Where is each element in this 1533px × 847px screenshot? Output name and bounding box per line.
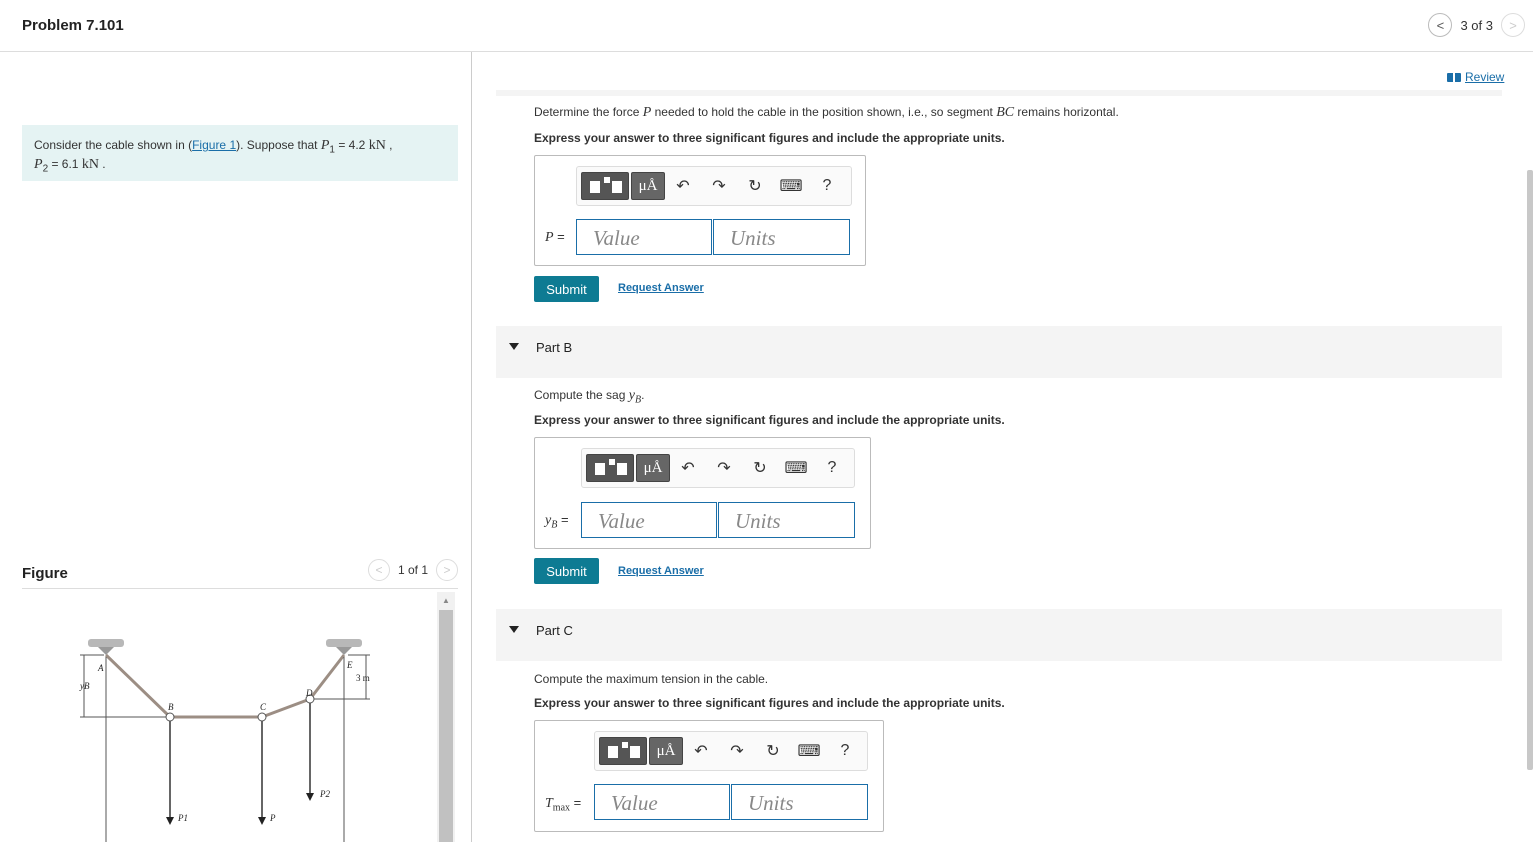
figure-pager-text: 1 of 1 [397,563,428,577]
label-P: P [269,813,276,823]
figure-header: Figure < 1 of 1 > [22,557,458,589]
cable-diagram: A B C D E yB P1 P P2 4 m 6 m 3 m 2 m 3 m [79,639,370,847]
reset-icon[interactable]: ↻ [737,172,773,200]
part-c-value-input[interactable]: Value [594,784,730,820]
part-b-value-input[interactable]: Value [581,502,717,538]
undo-icon[interactable]: ↶ [683,737,719,765]
label-B: B [168,702,174,712]
units-button[interactable]: μÅ [649,737,683,765]
part-a-answer-box: μÅ ↶ ↷ ↻ ⌨ ? P = Value Units [534,155,866,266]
part-a-label: P = [545,229,565,245]
pager-text: 3 of 3 [1460,17,1493,33]
figure-scrollbar[interactable]: ▲ [437,592,455,842]
dim-3m-vertical: 3 m [356,673,370,683]
right-column: Review Determine the force P needed to h… [472,52,1533,842]
book-icon [1447,72,1461,82]
part-b-answer-box: μÅ ↶ ↷ ↻ ⌨ ? yB = Value Units [534,437,871,549]
part-b-submit-button[interactable]: Submit [534,558,599,584]
next-problem-button[interactable]: > [1501,13,1525,37]
part-c-answer-box: μÅ ↶ ↷ ↻ ⌨ ? Tmax = Value Units [534,720,884,832]
part-c-question: Compute the maximum tension in the cable… [534,672,769,686]
part-b-units-input[interactable]: Units [718,502,855,538]
figure-link[interactable]: Figure 1 [192,138,236,152]
keyboard-icon[interactable]: ⌨ [778,454,814,482]
review-link[interactable]: Review [1447,70,1504,84]
undo-icon[interactable]: ↶ [670,454,706,482]
next-figure-button[interactable]: > [436,559,458,581]
units-button[interactable]: μÅ [636,454,670,482]
problem-pager: < 3 of 3 > [1428,13,1525,37]
part-b-header[interactable]: Part B [496,326,1502,378]
part-a-value-input[interactable]: Value [576,219,712,255]
support-A [88,639,124,655]
figure-pager: < 1 of 1 > [367,559,458,581]
redo-icon[interactable]: ↷ [719,737,755,765]
chevron-right-icon: > [443,563,451,577]
part-b-request-answer-link[interactable]: Request Answer [618,565,704,577]
cable-figure: A B C D E yB P1 P P2 4 m 6 m 3 m 2 m 3 m [22,597,432,847]
part-c-instruction: Express your answer to three significant… [534,696,1005,710]
page-scrollbar[interactable] [1527,90,1533,842]
cable-line [104,653,346,719]
chevron-right-icon: > [1509,17,1517,33]
part-a-instruction: Express your answer to three significant… [534,131,1005,145]
part-c-units-input[interactable]: Units [731,784,868,820]
chevron-left-icon: < [1436,17,1445,33]
label-yB: yB [79,681,90,691]
reset-icon[interactable]: ↻ [742,454,778,482]
label-D: D [305,688,313,698]
redo-icon[interactable]: ↷ [706,454,742,482]
part-b-instruction: Express your answer to three significant… [534,413,1005,427]
part-a-request-answer-link[interactable]: Request Answer [618,282,704,294]
part-b-question: Compute the sag yB. [534,388,645,406]
problem-statement: Consider the cable shown in (Figure 1). … [22,125,458,181]
problem-title: Problem 7.101 [22,17,124,34]
figure-title: Figure [22,565,68,582]
scroll-up-icon[interactable]: ▲ [442,596,450,605]
redo-icon[interactable]: ↷ [701,172,737,200]
part-a-header [496,90,1502,96]
label-E: E [346,660,353,670]
part-a-question: Determine the force P needed to hold the… [534,105,1119,120]
label-P1: P1 [177,813,188,823]
label-P2: P2 [319,789,330,799]
part-b-label: yB = [545,512,569,531]
part-c-toolbar: μÅ ↶ ↷ ↻ ⌨ ? [594,731,868,771]
keyboard-icon[interactable]: ⌨ [773,172,809,200]
prev-figure-button[interactable]: < [367,559,390,581]
units-button[interactable]: μÅ [631,172,665,200]
part-a-submit-button[interactable]: Submit [534,276,599,302]
template-button[interactable] [586,454,634,482]
help-icon[interactable]: ? [809,172,845,200]
keyboard-icon[interactable]: ⌨ [791,737,827,765]
collapse-triangle-icon [509,343,519,350]
collapse-triangle-icon [509,626,519,633]
template-button[interactable] [581,172,629,200]
help-icon[interactable]: ? [814,454,850,482]
page-scrollbar-thumb[interactable] [1527,170,1533,770]
label-A: A [97,663,104,673]
part-c-header[interactable]: Part C [496,609,1502,661]
prev-problem-button[interactable]: < [1428,13,1453,37]
chevron-left-icon: < [375,563,383,577]
help-icon[interactable]: ? [827,737,863,765]
header-bar: Problem 7.101 < 3 of 3 > [0,0,1533,52]
label-C: C [260,702,267,712]
template-button[interactable] [599,737,647,765]
part-a-units-input[interactable]: Units [713,219,850,255]
part-a-toolbar: μÅ ↶ ↷ ↻ ⌨ ? [576,166,852,206]
support-E [326,639,362,655]
undo-icon[interactable]: ↶ [665,172,701,200]
scrollbar-thumb[interactable] [439,610,453,842]
part-c-label: Tmax = [545,795,582,814]
part-b-toolbar: μÅ ↶ ↷ ↻ ⌨ ? [581,448,855,488]
left-column: Consider the cable shown in (Figure 1). … [0,52,471,847]
reset-icon[interactable]: ↻ [755,737,791,765]
